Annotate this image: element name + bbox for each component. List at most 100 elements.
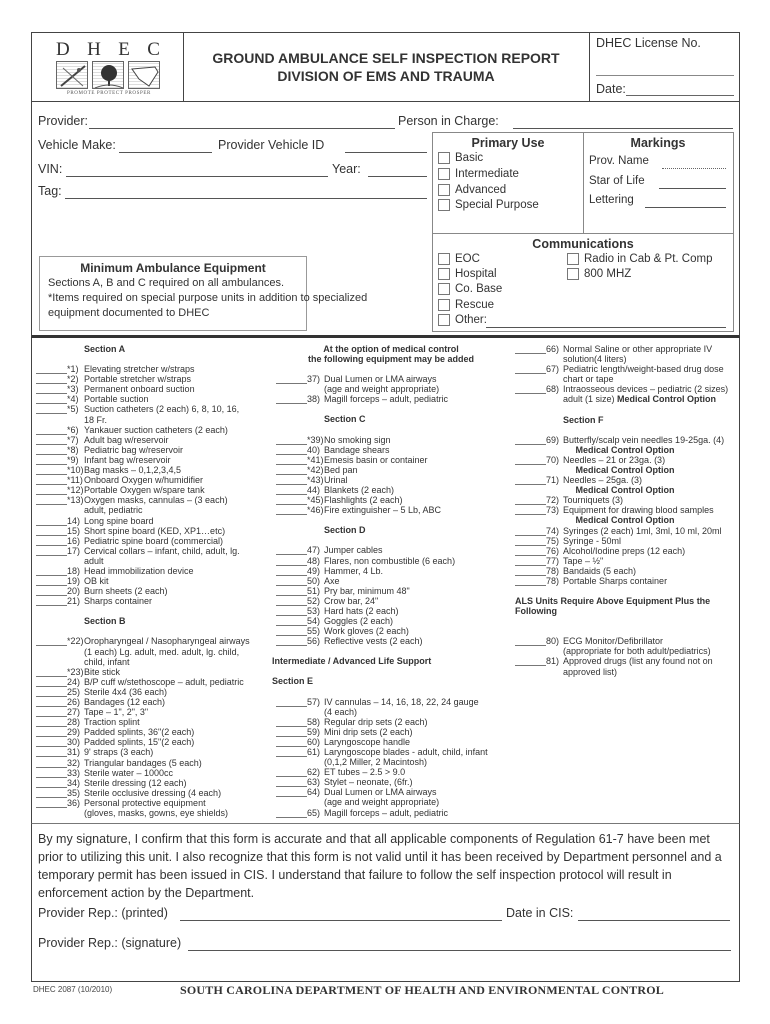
vehicle-make-field[interactable] [119,152,212,153]
tag-field[interactable] [65,198,427,199]
license-number-field[interactable] [596,75,734,76]
check-blank-field[interactable] [276,626,307,637]
check-blank-field[interactable] [36,586,67,597]
check-blank-field[interactable] [36,576,67,587]
check-blank-field[interactable] [515,455,546,465]
comm-eoc[interactable]: EOC [438,253,480,265]
check-blank-field[interactable] [36,667,67,677]
date-in-cis-field[interactable] [578,920,730,921]
check-blank-field[interactable] [515,656,546,667]
check-blank-field[interactable] [36,737,67,748]
check-blank-field[interactable] [36,687,67,697]
checkbox[interactable] [438,168,450,180]
check-blank-field[interactable] [515,556,546,566]
check-blank-field[interactable] [36,566,67,576]
check-blank-field[interactable] [36,516,67,526]
check-blank-field[interactable] [276,394,307,405]
check-blank-field[interactable] [515,384,546,395]
check-blank-field[interactable] [276,566,307,576]
check-blank-field[interactable] [515,576,546,586]
check-blank-field[interactable] [276,737,307,747]
comm-radio-in-cab[interactable]: Radio in Cab & Pt. Comp [567,253,712,265]
check-blank-field[interactable] [515,636,546,647]
lettering-field[interactable] [645,207,726,208]
provider-vehicle-id-field[interactable] [345,152,427,153]
checkbox[interactable] [438,299,450,311]
vin-field[interactable] [66,176,328,177]
check-blank-field[interactable] [36,425,67,435]
prov-name-field[interactable] [662,168,726,169]
check-blank-field[interactable] [515,495,546,506]
comm-rescue[interactable]: Rescue [438,299,494,311]
check-blank-field[interactable] [276,767,307,778]
check-blank-field[interactable] [36,768,67,778]
check-blank-field[interactable] [515,505,546,516]
check-blank-field[interactable] [276,787,307,798]
person-in-charge-field[interactable] [513,128,733,129]
check-blank-field[interactable] [276,636,307,647]
check-blank-field[interactable] [515,344,546,354]
check-blank-field[interactable] [515,435,546,445]
signature-field[interactable] [188,950,731,951]
check-blank-field[interactable] [36,526,67,536]
comm-other[interactable]: Other: [438,314,487,326]
check-blank-field[interactable] [276,485,307,496]
check-blank-field[interactable] [36,475,67,486]
check-blank-field[interactable] [36,788,67,798]
check-blank-field[interactable] [276,545,307,556]
primary-use-special-purpose[interactable]: Special Purpose [438,199,539,211]
checkbox[interactable] [567,253,579,265]
check-blank-field[interactable] [276,576,307,586]
checkbox[interactable] [438,199,450,211]
comm-other-field[interactable] [486,327,726,328]
check-blank-field[interactable] [515,536,546,546]
check-blank-field[interactable] [276,374,307,385]
check-blank-field[interactable] [36,394,67,405]
check-blank-field[interactable] [36,546,67,556]
check-blank-field[interactable] [276,586,307,596]
check-blank-field[interactable] [36,455,67,465]
check-blank-field[interactable] [36,374,67,385]
checkbox[interactable] [438,253,450,265]
check-blank-field[interactable] [36,747,67,758]
date-field[interactable] [626,95,734,96]
check-blank-field[interactable] [276,465,307,475]
check-blank-field[interactable] [36,536,67,546]
checkbox[interactable] [438,184,450,196]
check-blank-field[interactable] [36,384,67,395]
check-blank-field[interactable] [276,505,307,516]
check-blank-field[interactable] [276,616,307,627]
checkbox[interactable] [438,314,450,326]
check-blank-field[interactable] [36,717,67,728]
comm-hospital[interactable]: Hospital [438,268,497,280]
check-blank-field[interactable] [36,404,67,415]
check-blank-field[interactable] [36,636,67,647]
checkbox[interactable] [567,268,579,280]
check-blank-field[interactable] [36,596,67,607]
check-blank-field[interactable] [276,727,307,737]
check-blank-field[interactable] [276,435,307,445]
check-blank-field[interactable] [36,445,67,455]
check-blank-field[interactable] [276,697,307,707]
checkbox[interactable] [438,283,450,295]
printed-name-field[interactable] [180,920,502,921]
check-blank-field[interactable] [36,697,67,707]
check-blank-field[interactable] [276,717,307,727]
primary-use-basic[interactable]: Basic [438,152,483,164]
check-blank-field[interactable] [276,606,307,616]
check-blank-field[interactable] [515,566,546,576]
check-blank-field[interactable] [36,798,67,808]
checkbox[interactable] [438,152,450,164]
check-blank-field[interactable] [515,526,546,536]
year-field[interactable] [368,176,427,177]
check-blank-field[interactable] [276,747,307,757]
check-blank-field[interactable] [276,777,307,788]
star-of-life-field[interactable] [659,188,726,189]
check-blank-field[interactable] [36,677,67,687]
check-blank-field[interactable] [36,778,67,788]
check-blank-field[interactable] [276,556,307,566]
check-blank-field[interactable] [36,465,67,476]
primary-use-advanced[interactable]: Advanced [438,184,506,196]
check-blank-field[interactable] [276,808,307,818]
check-blank-field[interactable] [515,475,546,486]
